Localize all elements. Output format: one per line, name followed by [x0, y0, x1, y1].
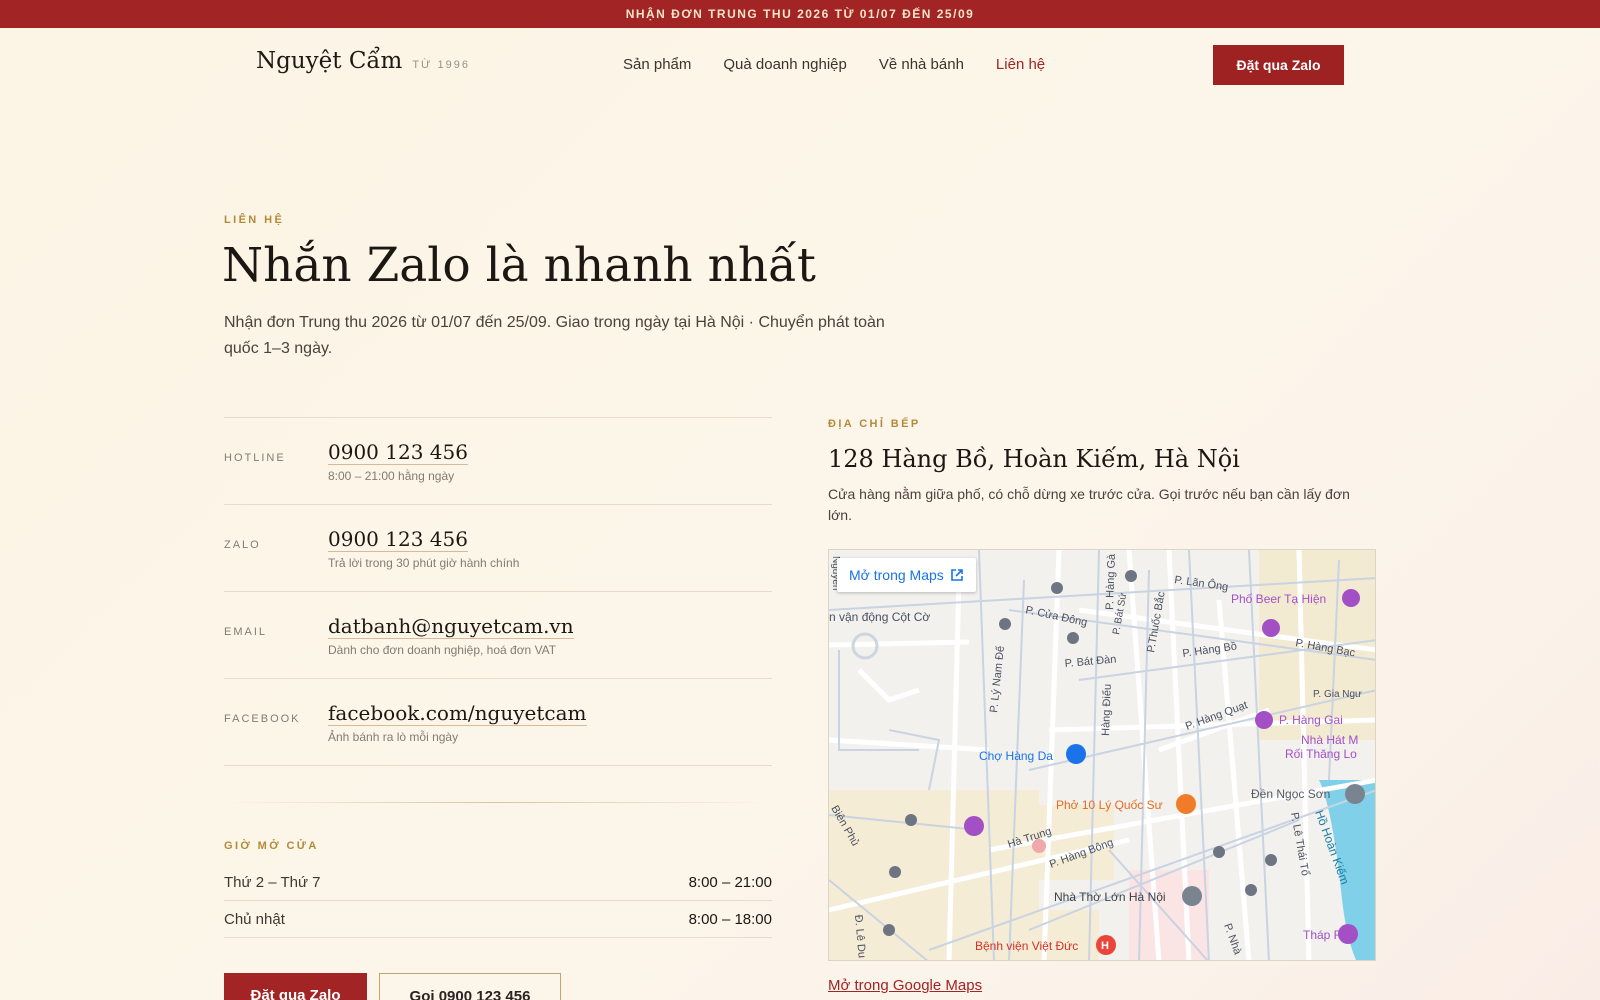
site-header: Nguyệt Cẩm TỪ 1996 Sản phẩm Quà doanh ng… [0, 28, 1600, 100]
map-open-in-maps-button[interactable]: Mở trong Maps [837, 558, 976, 592]
hero-eyebrow: LIÊN HỆ [224, 214, 285, 226]
header-order-zalo-button[interactable]: Đặt qua Zalo [1213, 45, 1344, 85]
hours-row: Thứ 2 – Thứ 7 8:00 – 21:00 [224, 864, 772, 901]
contact-row-email: EMAIL datbanh@nguyetcam.vn Dành cho đơn … [224, 592, 772, 679]
hotline-link[interactable]: 0900 123 456 [328, 440, 468, 465]
section-divider [224, 802, 772, 803]
hours-time: 8:00 – 18:00 [688, 910, 772, 928]
contact-row-facebook: FACEBOOK facebook.com/nguyetcam Ảnh bánh… [224, 679, 772, 766]
opening-hours-table: Thứ 2 – Thứ 7 8:00 – 21:00 Chủ nhật 8:00… [224, 864, 772, 938]
address-title: 128 Hàng Bồ, Hoàn Kiếm, Hà Nội [828, 445, 1240, 473]
hero-subtitle: Nhận đơn Trung thu 2026 từ 01/07 đến 25/… [224, 314, 885, 357]
svg-text:P. Hàng Gà: P. Hàng Gà [1104, 553, 1118, 610]
embedded-map[interactable]: P. Lãn Ông P. Cửa Đông P. Bát Sứ P.Thuốc… [828, 549, 1376, 961]
contact-row-hotline: HOTLINE 0900 123 456 8:00 – 21:00 hằng n… [224, 418, 772, 505]
svg-text:Hàng Điếu: Hàng Điếu [1100, 684, 1114, 736]
order-zalo-button[interactable]: Đặt qua Zalo [224, 973, 367, 1000]
nav-item-corporate-gifts[interactable]: Quà doanh nghiệp [723, 56, 846, 73]
brand-logo[interactable]: Nguyệt Cẩm TỪ 1996 [256, 48, 470, 74]
call-button[interactable]: Gọi 0900 123 456 [379, 973, 561, 1000]
address-eyebrow: ĐỊA CHỈ BẾP [828, 418, 921, 430]
svg-text:Nhà Hát M: Nhà Hát M [1301, 733, 1358, 747]
map-canvas[interactable]: P. Lãn Ông P. Cửa Đông P. Bát Sứ P.Thuốc… [829, 550, 1376, 961]
hours-time: 8:00 – 21:00 [688, 873, 772, 891]
email-link[interactable]: datbanh@nguyetcam.vn [328, 614, 574, 639]
contact-list: HOTLINE 0900 123 456 8:00 – 21:00 hằng n… [224, 417, 772, 766]
svg-text:P. Gia Ngư: P. Gia Ngư [1313, 689, 1362, 700]
nav-item-about[interactable]: Về nhà bánh [879, 56, 964, 73]
top-announcement-banner: NHẬN ĐƠN TRUNG THU 2026 TỪ 01/07 ĐẾN 25/… [0, 0, 1600, 28]
brand-name: Nguyệt Cẩm [256, 48, 403, 74]
main-nav: Sản phẩm Quà doanh nghiệp Về nhà bánh Li… [623, 56, 1045, 73]
svg-text:Rối Thăng Lo: Rối Thăng Lo [1285, 747, 1357, 761]
svg-text:Phố Beer Tạ Hiện: Phố Beer Tạ Hiện [1231, 592, 1326, 606]
hours-row: Chủ nhật 8:00 – 18:00 [224, 901, 772, 938]
svg-text:n vận động Cột Cờ: n vận động Cột Cờ [829, 610, 930, 624]
contact-label: ZALO [224, 539, 261, 551]
svg-text:Bệnh viện Việt Đức: Bệnh viện Việt Đức [975, 939, 1078, 953]
zalo-link[interactable]: 0900 123 456 [328, 527, 468, 552]
svg-text:Nhà Thờ Lớn Hà Nội: Nhà Thờ Lớn Hà Nội [1054, 890, 1166, 904]
facebook-link[interactable]: facebook.com/nguyetcam [328, 701, 587, 726]
hours-day: Chủ nhật [224, 910, 285, 928]
map-open-label: Mở trong Maps [849, 567, 944, 583]
page-title: Nhắn Zalo là nhanh nhất [222, 238, 816, 293]
address-note: Cửa hàng nằm giữa phố, có chỗ dừng xe tr… [828, 486, 1350, 523]
svg-text:Đền Ngọc Sơn: Đền Ngọc Sơn [1251, 787, 1330, 801]
contact-note: Ảnh bánh ra lò mỗi ngày [328, 730, 459, 744]
nav-item-products[interactable]: Sản phẩm [623, 56, 691, 73]
opening-hours-eyebrow: GIỜ MỞ CỬA [224, 840, 319, 852]
contact-row-zalo: ZALO 0900 123 456 Trả lời trong 30 phút … [224, 505, 772, 592]
contact-label: HOTLINE [224, 452, 286, 464]
svg-text:Chợ Hàng Da: Chợ Hàng Da [979, 749, 1053, 763]
google-maps-link[interactable]: Mở trong Google Maps [828, 977, 982, 994]
contact-note: Trả lời trong 30 phút giờ hành chính [328, 556, 520, 570]
svg-text:H: H [1101, 940, 1109, 952]
svg-text:Phở 10 Lý Quốc Sư: Phở 10 Lý Quốc Sư [1056, 798, 1163, 812]
brand-since: TỪ 1996 [412, 59, 470, 71]
svg-text:P. Hàng Gai: P. Hàng Gai [1279, 713, 1343, 727]
contact-label: FACEBOOK [224, 713, 301, 725]
nav-item-contact[interactable]: Liên hệ [996, 56, 1045, 73]
contact-note: 8:00 – 21:00 hằng ngày [328, 469, 455, 483]
contact-label: EMAIL [224, 626, 268, 638]
contact-note: Dành cho đơn doanh nghiệp, hoá đơn VAT [328, 643, 557, 657]
banner-text: NHẬN ĐƠN TRUNG THU 2026 TỪ 01/07 ĐẾN 25/… [625, 7, 975, 21]
external-link-icon [950, 568, 964, 582]
hours-day: Thứ 2 – Thứ 7 [224, 873, 321, 891]
